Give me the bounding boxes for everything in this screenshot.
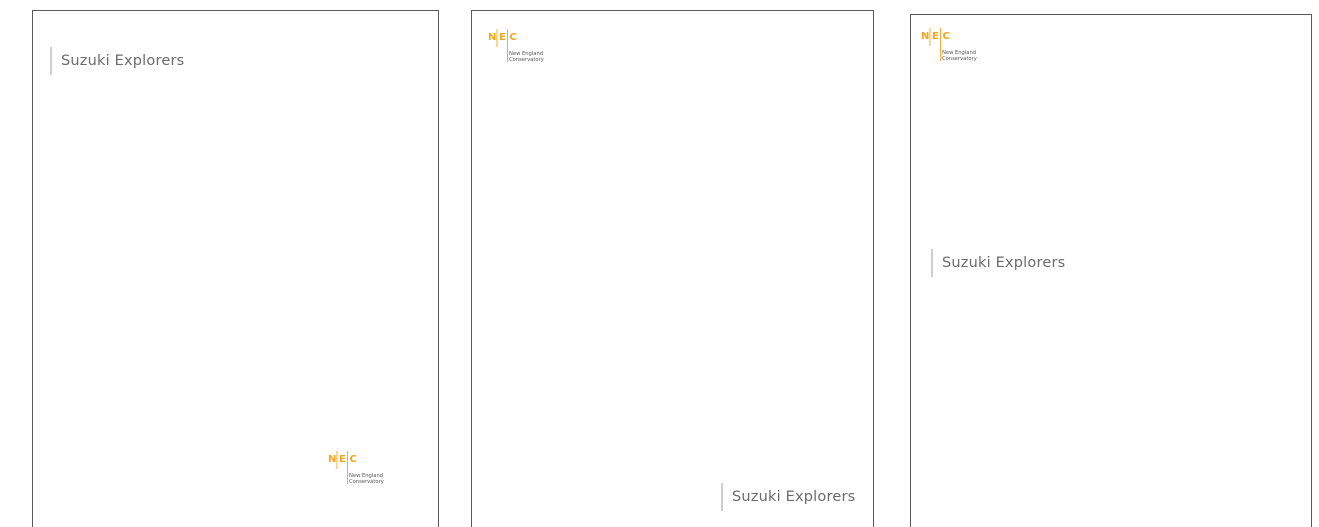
logo-letter-n: N — [488, 32, 496, 43]
nec-logo: N E C New England Conservatory — [328, 451, 408, 495]
program-title-text: Suzuki Explorers — [61, 53, 185, 69]
logo-name-line-2: Conservatory — [509, 57, 544, 63]
page-variant-2: N E C New England Conservatory Suzuki Ex… — [471, 10, 874, 527]
program-title: Suzuki Explorers — [50, 47, 184, 75]
logo-letter-n: N — [328, 454, 336, 465]
logo-bar-2 — [940, 28, 941, 61]
nec-logo: N E C New England Conservatory — [488, 29, 568, 73]
program-title: Suzuki Explorers — [721, 483, 855, 511]
page-variant-1: Suzuki Explorers N E C New England Conse… — [32, 10, 439, 527]
logo-bar-1 — [929, 28, 931, 46]
logo-name-line-2: Conservatory — [349, 479, 384, 485]
logo-letter-e: E — [339, 454, 346, 465]
logo-bar-1 — [336, 451, 338, 469]
logo-letter-c: C — [350, 454, 357, 465]
program-title-text: Suzuki Explorers — [942, 255, 1066, 271]
logo-bar-2 — [347, 451, 348, 484]
layout-comparison-canvas: Suzuki Explorers N E C New England Conse… — [0, 0, 1319, 527]
logo-letter-e: E — [499, 32, 506, 43]
logo-wordmark: New England Conservatory — [349, 473, 384, 485]
logo-bar-2 — [507, 29, 508, 62]
logo-name-line-2: Conservatory — [942, 56, 977, 62]
logo-letter-e: E — [932, 31, 939, 42]
nec-logo: N E C New England Conservatory — [921, 28, 1001, 72]
program-title: Suzuki Explorers — [931, 249, 1065, 277]
logo-letter-c: C — [943, 31, 950, 42]
program-title-text: Suzuki Explorers — [732, 489, 856, 505]
logo-bar-1 — [496, 29, 498, 47]
logo-letter-n: N — [921, 31, 929, 42]
logo-wordmark: New England Conservatory — [509, 51, 544, 63]
page-variant-3: N E C New England Conservatory Suzuki Ex… — [910, 14, 1312, 527]
logo-letter-c: C — [510, 32, 517, 43]
logo-wordmark: New England Conservatory — [942, 50, 977, 62]
